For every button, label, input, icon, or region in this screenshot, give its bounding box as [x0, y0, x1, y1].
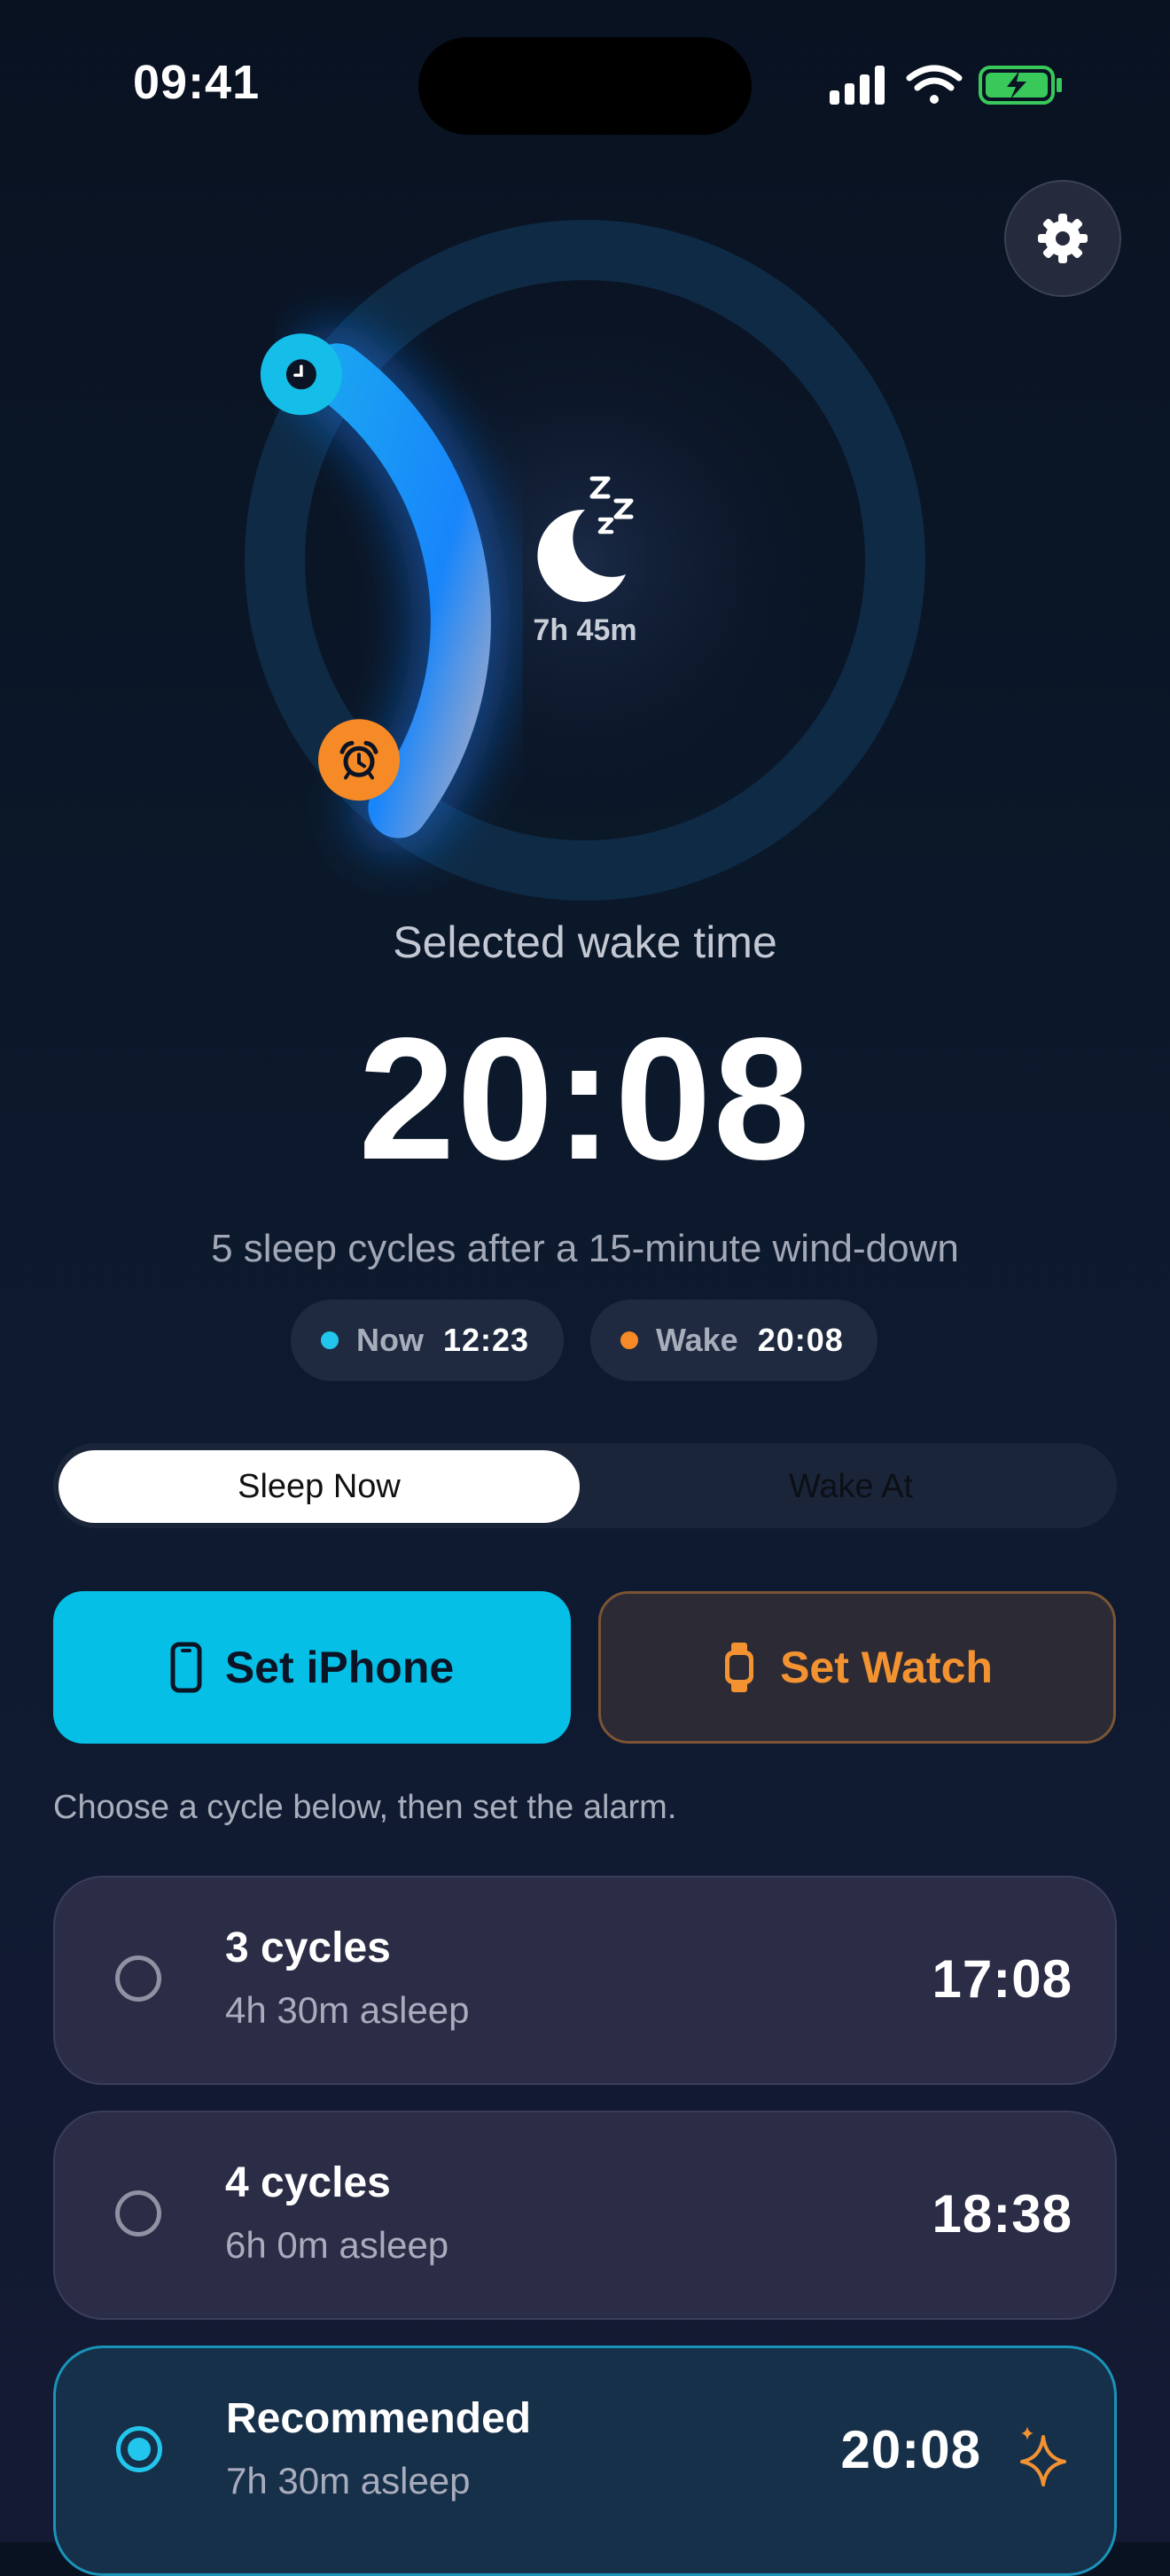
- radio-button[interactable]: [115, 1955, 161, 2002]
- wake-dot: [620, 1331, 638, 1349]
- wake-value: 20:08: [757, 1322, 844, 1358]
- bedtime-handle[interactable]: [260, 333, 342, 416]
- now-value: 12:23: [443, 1322, 530, 1358]
- instruction-hint: Choose a cycle below, then set the alarm…: [53, 1789, 677, 1826]
- status-time: 09:41: [133, 56, 261, 109]
- set-watch-button[interactable]: Set Watch: [598, 1591, 1116, 1744]
- cycle-card-recommended[interactable]: Recommended 7h 30m asleep 20:08: [53, 2346, 1117, 2576]
- cycle-title: Recommended: [226, 2395, 532, 2442]
- wake-label: Wake: [656, 1322, 738, 1358]
- now-label: Now: [356, 1322, 424, 1358]
- signal-icon: [830, 66, 885, 105]
- cycle-duration: 7h 30m asleep: [226, 2460, 471, 2502]
- clock-icon: [285, 359, 316, 390]
- wifi-icon: [906, 65, 963, 104]
- sleep-dial[interactable]: [0, 177, 1170, 957]
- iphone-icon: [170, 1642, 202, 1693]
- now-chip: Now 12:23: [291, 1300, 564, 1381]
- cycle-duration: 6h 0m asleep: [225, 2224, 449, 2266]
- watch-icon: [725, 1643, 754, 1692]
- status-icons: [830, 65, 1062, 105]
- tab-sleep-now[interactable]: Sleep Now: [58, 1450, 580, 1523]
- cycle-card-3[interactable]: 3 cycles 4h 30m asleep 17:08: [53, 1876, 1117, 2085]
- selected-wake-time: 20:08: [358, 1002, 812, 1196]
- set-watch-label: Set Watch: [780, 1643, 993, 1692]
- dynamic-island: [418, 37, 752, 135]
- battery-icon: [979, 66, 1062, 105]
- sleep-duration-label: 7h 45m: [533, 613, 637, 647]
- radio-button[interactable]: [115, 2190, 161, 2236]
- cycle-wake-time: 17:08: [932, 1949, 1072, 2009]
- wake-time-caption: Selected wake time: [393, 917, 777, 967]
- sparkle-icon: [1020, 2426, 1066, 2486]
- cycle-wake-time: 20:08: [840, 2420, 981, 2479]
- now-dot: [321, 1331, 339, 1349]
- cycle-duration: 4h 30m asleep: [225, 1989, 470, 2031]
- radio-button-selected[interactable]: [116, 2426, 162, 2472]
- set-iphone-label: Set iPhone: [224, 1643, 455, 1692]
- cycle-title: 3 cycles: [225, 1924, 391, 1971]
- tab-wake-at[interactable]: Wake At: [585, 1450, 1117, 1523]
- wake-chip: Wake 20:08: [590, 1300, 878, 1381]
- alarm-handle[interactable]: [318, 719, 400, 801]
- cycle-summary: 5 sleep cycles after a 15-minute wind-do…: [211, 1227, 959, 1270]
- cycle-title: 4 cycles: [225, 2159, 391, 2206]
- set-iphone-button[interactable]: Set iPhone: [53, 1591, 571, 1744]
- cycle-wake-time: 18:38: [932, 2184, 1072, 2244]
- cycle-card-4[interactable]: 4 cycles 6h 0m asleep 18:38: [53, 2111, 1117, 2320]
